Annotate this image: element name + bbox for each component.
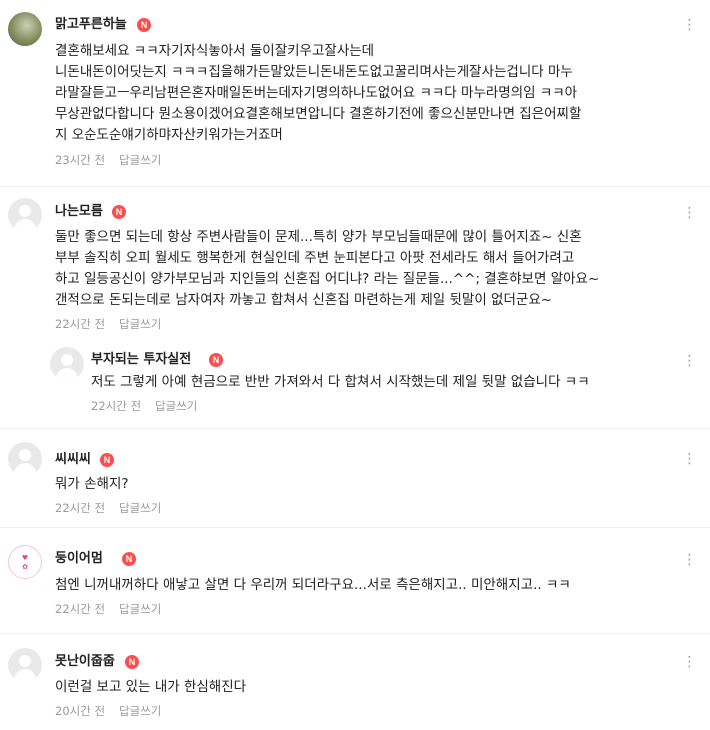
- comment-nickname[interactable]: 못난이줍줍: [55, 653, 115, 671]
- default-avatar-body: [14, 669, 36, 682]
- default-avatar-body: [14, 219, 36, 232]
- comment-line: 이런걸 보고 있는 내가 한심해진다: [55, 679, 247, 695]
- reply-button[interactable]: 답글쓰기: [119, 602, 161, 616]
- comment-line: 부부 솔직히 오피 월세도 행복한게 현실인데 주변 눈피본다고 아팟 전세라도…: [55, 250, 575, 266]
- comment-text: 둘만 좋으면 되는데 항상 주변사람들이 문제...특히 양가 부모님들때문에 …: [55, 227, 700, 311]
- comment-line: 뭐가 손해지?: [55, 476, 129, 492]
- comment-nickname[interactable]: 부자되는 투자실전: [91, 351, 191, 369]
- n-badge-icon: N: [209, 353, 223, 367]
- more-options-icon[interactable]: ⋮: [680, 352, 698, 370]
- more-options-icon[interactable]: ⋮: [680, 204, 698, 222]
- comment-line: 저도 그렇게 아예 현금으로 반반 가져와서 다 합쳐서 시작했는데 제일 뒷말…: [91, 374, 590, 390]
- comment-time: 20시간 전: [55, 704, 106, 718]
- comment-text: 뭐가 손해지?: [55, 474, 695, 495]
- comment-meta: 22시간 전 답글쓰기: [55, 500, 161, 516]
- comment-item: 못난이줍줍 N ⋮ 이런걸 보고 있는 내가 한심해진다 20시간 전 답글쓰기: [0, 637, 710, 729]
- profile-sticker-icon: ♥ ✿: [21, 554, 29, 571]
- comment-line: 니돈내돈이어딧는지 ㅋㅋㅋ집을해가든말았든니돈내돈도없고꿀리며사는게잘사는겁니다…: [55, 64, 573, 80]
- divider: [0, 527, 710, 528]
- comment-item: ♥ ✿ 둥이어멈 N ⋮ 첨엔 니꺼내꺼하다 애낳고 살면 다 우리꺼 되더라구요…: [0, 531, 710, 631]
- comment-time: 22시간 전: [55, 317, 106, 331]
- comment-meta: 22시간 전 답글쓰기: [55, 316, 161, 332]
- default-avatar-icon: [19, 205, 31, 217]
- comment-time: 22시간 전: [55, 602, 106, 616]
- comment-time: 22시간 전: [91, 399, 142, 413]
- avatar[interactable]: [8, 648, 42, 682]
- comment-line: 갠적으로 돈되는데로 남자여자 까놓고 합쳐서 신혼집 마련하는게 제일 뒷말이…: [55, 292, 553, 308]
- comment-line: 무상관없다합니다 뭔소용이겠어요결혼해보면압니다 결혼하기전에 좋으신분만나면 …: [55, 106, 582, 122]
- default-avatar-icon: [61, 354, 73, 366]
- reply-item: 부자되는 투자실전 N ⋮ 저도 그렇게 아예 현금으로 반반 가져와서 다 합…: [0, 340, 710, 425]
- divider: [0, 186, 710, 187]
- reply-button[interactable]: 답글쓰기: [119, 704, 161, 718]
- avatar[interactable]: [8, 12, 42, 46]
- comment-item: 맑고푸른하늘 N ⋮ 결혼해보세요 ㅋㅋ자기자식놓아서 둘이잘키우고잘사는데 니…: [0, 0, 710, 180]
- comment-item: 나는모름 N ⋮ 둘만 좋으면 되는데 항상 주변사람들이 문제...특히 양가…: [0, 190, 710, 340]
- reply-button[interactable]: 답글쓰기: [155, 399, 197, 413]
- comment-time: 23시간 전: [55, 153, 106, 167]
- reply-button[interactable]: 답글쓰기: [119, 153, 161, 167]
- avatar[interactable]: [8, 198, 42, 232]
- avatar[interactable]: ♥ ✿: [8, 545, 42, 579]
- divider: [0, 428, 710, 429]
- comment-text: 저도 그렇게 아예 현금으로 반반 가져와서 다 합쳐서 시작했는데 제일 뒷말…: [91, 372, 701, 393]
- n-badge-icon: N: [137, 18, 151, 32]
- comment-time: 22시간 전: [55, 501, 106, 515]
- comment-nickname[interactable]: 씨씨씨: [55, 451, 91, 469]
- n-badge-icon: N: [112, 205, 126, 219]
- n-badge-icon: N: [100, 453, 114, 467]
- comment-line: 하고 일등공신이 양가부모님과 지인들의 신혼집 어디냐? 라는 질문들...^…: [55, 271, 600, 287]
- default-avatar-icon: [19, 655, 31, 667]
- comment-meta: 22시간 전 답글쓰기: [55, 601, 161, 617]
- default-avatar-body: [56, 368, 78, 381]
- more-options-icon[interactable]: ⋮: [680, 551, 698, 569]
- more-options-icon[interactable]: ⋮: [680, 653, 698, 671]
- comment-line: 둘만 좋으면 되는데 항상 주변사람들이 문제...특히 양가 부모님들때문에 …: [55, 229, 582, 245]
- comment-meta: 20시간 전 답글쓰기: [55, 703, 161, 719]
- comment-text: 첨엔 니꺼내꺼하다 애낳고 살면 다 우리꺼 되더라구요...서로 측은해지고.…: [55, 575, 700, 596]
- comment-line: 결혼해보세요 ㅋㅋ자기자식놓아서 둘이잘키우고잘사는데: [55, 43, 375, 59]
- reply-button[interactable]: 답글쓰기: [119, 501, 161, 515]
- comment-line: 첨엔 니꺼내꺼하다 애낳고 살면 다 우리꺼 되더라구요...서로 측은해지고.…: [55, 577, 571, 593]
- reply-button[interactable]: 답글쓰기: [119, 317, 161, 331]
- default-avatar-icon: [19, 449, 31, 461]
- comment-meta: 23시간 전 답글쓰기: [55, 152, 161, 168]
- comment-line: 라말잘듣고ㅡ우리남편은혼자매일돈버는데자기명의하나도없어요 ㅋㅋ다 마누라명의임…: [55, 85, 578, 101]
- comment-text: 결혼해보세요 ㅋㅋ자기자식놓아서 둘이잘키우고잘사는데 니돈내돈이어딧는지 ㅋㅋ…: [55, 41, 695, 146]
- comment-item: 씨씨씨 N ⋮ 뭐가 손해지? 22시간 전 답글쓰기: [0, 432, 710, 524]
- comment-line: 지 오순도순얘기하먀자산키워가는거죠머: [55, 127, 283, 143]
- divider: [0, 633, 710, 634]
- comment-meta: 22시간 전 답글쓰기: [91, 398, 197, 414]
- avatar[interactable]: [50, 347, 84, 381]
- default-avatar-body: [14, 463, 36, 476]
- comment-nickname[interactable]: 맑고푸른하늘: [55, 16, 127, 34]
- more-options-icon[interactable]: ⋮: [680, 16, 698, 34]
- n-badge-icon: N: [122, 552, 136, 566]
- comment-nickname[interactable]: 나는모름: [55, 203, 103, 221]
- more-options-icon[interactable]: ⋮: [680, 450, 698, 468]
- n-badge-icon: N: [125, 655, 139, 669]
- avatar[interactable]: [8, 442, 42, 476]
- comment-text: 이런걸 보고 있는 내가 한심해진다: [55, 677, 695, 698]
- comment-nickname[interactable]: 둥이어멈: [55, 550, 103, 568]
